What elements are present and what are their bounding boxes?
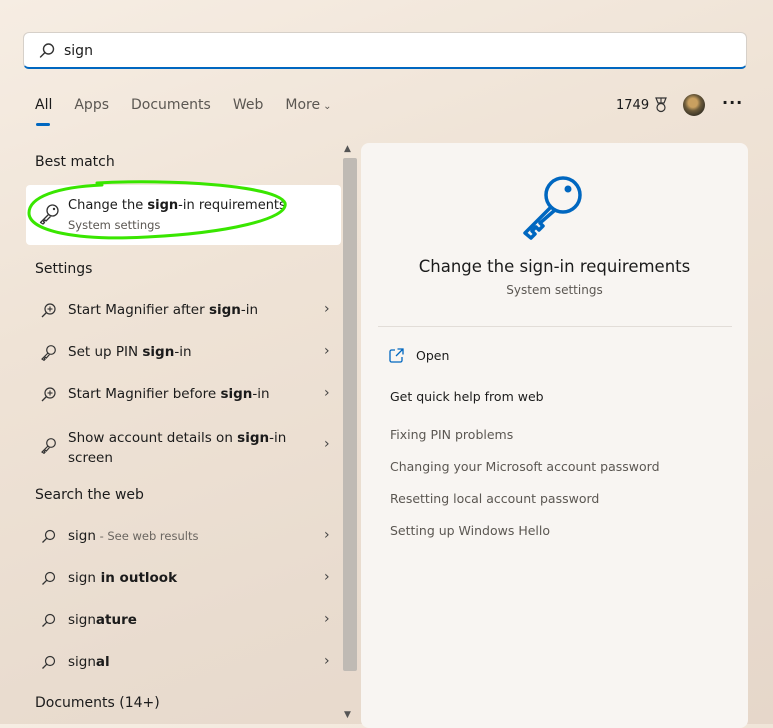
search-icon xyxy=(42,571,56,585)
help-heading: Get quick help from web xyxy=(390,389,544,404)
help-link[interactable]: Setting up Windows Hello xyxy=(390,523,550,538)
web-item-label: signature xyxy=(68,612,137,628)
web-item-label: sign in outlook xyxy=(68,570,178,586)
avatar[interactable] xyxy=(683,94,705,116)
key-icon xyxy=(41,345,56,361)
web-item-signature[interactable]: signature › xyxy=(26,601,341,639)
web-item-sign[interactable]: sign - See web results › xyxy=(26,517,341,555)
tab-all[interactable]: All xyxy=(35,97,52,126)
search-input[interactable] xyxy=(64,41,704,61)
tab-documents[interactable]: Documents xyxy=(131,97,211,113)
web-item-label: signal xyxy=(68,654,110,670)
settings-item-magnifier-after[interactable]: Start Magnifier after sign-in › xyxy=(26,291,341,329)
settings-item-magnifier-before[interactable]: Start Magnifier before sign-in › xyxy=(26,375,341,413)
chevron-right-icon[interactable]: › xyxy=(324,611,330,627)
settings-item-label: Start Magnifier before sign-in xyxy=(68,386,270,402)
section-documents: Documents (14+) xyxy=(35,695,160,711)
section-settings: Settings xyxy=(35,261,93,277)
help-link[interactable]: Changing your Microsoft account password xyxy=(390,459,660,474)
green-highlight-annotation xyxy=(27,180,287,240)
points-value: 1749 xyxy=(616,97,650,113)
magnifier-plus-icon xyxy=(41,303,56,318)
tab-more-label: More xyxy=(285,97,321,113)
section-search-web: Search the web xyxy=(35,487,144,503)
chevron-right-icon[interactable]: › xyxy=(324,569,330,585)
section-best-match: Best match xyxy=(35,154,115,170)
tab-apps[interactable]: Apps xyxy=(74,97,109,113)
detail-subtitle: System settings xyxy=(506,283,603,297)
web-item-sign-in-outlook[interactable]: sign in outlook › xyxy=(26,559,341,597)
web-item-label: sign - See web results xyxy=(68,528,199,544)
chevron-right-icon[interactable]: › xyxy=(324,301,330,317)
medal-icon xyxy=(655,97,667,113)
settings-item-pin[interactable]: Set up PIN sign-in › xyxy=(26,333,341,371)
open-external-icon xyxy=(389,348,404,363)
scroll-up-icon[interactable]: ▲ xyxy=(344,144,351,154)
chevron-right-icon[interactable]: › xyxy=(324,343,330,359)
settings-item-account-details[interactable]: Show account details on sign-in screen › xyxy=(26,425,341,469)
search-icon xyxy=(42,613,56,627)
help-link[interactable]: Fixing PIN problems xyxy=(390,427,513,442)
detail-pane: Change the sign-in requirements System s… xyxy=(361,143,748,728)
chevron-right-icon[interactable]: › xyxy=(324,385,330,401)
more-options-icon[interactable]: ··· xyxy=(722,93,743,112)
chevron-right-icon[interactable]: › xyxy=(324,436,330,452)
search-icon xyxy=(42,529,56,543)
tab-more[interactable]: More ⌄ xyxy=(285,97,331,113)
tab-web[interactable]: Web xyxy=(233,97,264,113)
web-item-signal[interactable]: signal › xyxy=(26,643,341,681)
divider xyxy=(378,326,732,327)
settings-item-label: Set up PIN sign-in xyxy=(68,344,192,360)
chevron-right-icon[interactable]: › xyxy=(324,527,330,543)
settings-item-label: Show account details on sign-in screen xyxy=(68,430,287,466)
help-link[interactable]: Resetting local account password xyxy=(390,491,599,506)
search-box[interactable] xyxy=(23,32,747,69)
rewards-points[interactable]: 1749 xyxy=(616,97,669,113)
open-label: Open xyxy=(416,348,450,363)
scroll-down-icon[interactable]: ▼ xyxy=(344,710,351,720)
search-icon xyxy=(39,43,55,58)
chevron-right-icon[interactable]: › xyxy=(324,653,330,669)
key-icon xyxy=(523,176,582,240)
search-icon xyxy=(42,655,56,669)
open-action[interactable]: Open xyxy=(389,348,449,363)
scrollbar-thumb[interactable] xyxy=(343,158,357,671)
chevron-down-icon: ⌄ xyxy=(323,101,332,112)
magnifier-plus-icon xyxy=(41,387,56,402)
settings-item-label: Start Magnifier after sign-in xyxy=(68,302,259,318)
detail-title: Change the sign-in requirements xyxy=(418,257,691,276)
key-icon xyxy=(41,438,56,454)
filter-tabs: All Apps Documents Web More ⌄ xyxy=(35,97,353,126)
